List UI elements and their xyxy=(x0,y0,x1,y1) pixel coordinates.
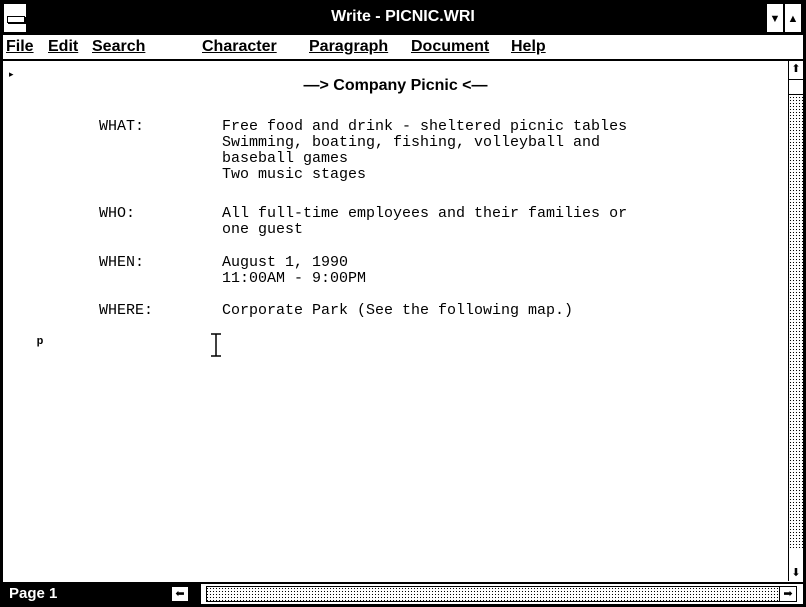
label-what: WHAT: xyxy=(99,118,145,135)
when-line-2: 11:00AM - 9:00PM xyxy=(222,270,367,287)
menu-edit-label: Edit xyxy=(48,38,79,55)
who-line-2: one guest xyxy=(222,221,304,238)
menu-file-label: File xyxy=(6,38,34,55)
status-bar: Page 1 ⬅ ➡ xyxy=(3,582,803,604)
who-line-1: All full-time employees and their famili… xyxy=(222,205,628,222)
maximize-button[interactable]: ▲ xyxy=(784,3,802,33)
vertical-scrollbar[interactable]: ⬆ ⬇ xyxy=(788,61,803,581)
menu-document-label: Document xyxy=(411,38,490,55)
menu-paragraph-label: Paragraph xyxy=(309,38,389,55)
what-line-4: Two music stages xyxy=(222,166,367,183)
window-title: Write - PICNIC.WRI xyxy=(331,8,475,25)
page-number-label: Page 1 xyxy=(9,585,58,602)
scroll-right-arrow-icon[interactable]: ➡ xyxy=(779,586,797,602)
label-when: WHEN: xyxy=(99,254,145,271)
label-where: WHERE: xyxy=(99,302,154,319)
text-cursor-icon xyxy=(211,333,221,357)
scroll-down-arrow-icon[interactable]: ⬇ xyxy=(789,565,803,581)
what-line-1: Free food and drink - sheltered picnic t… xyxy=(222,118,628,135)
document-heading: —> Company Picnic <— xyxy=(303,77,488,94)
scroll-left-arrow-icon[interactable]: ⬅ xyxy=(171,586,189,602)
menu-edit[interactable]: Edit xyxy=(48,38,78,56)
what-line-2: Swimming, boating, fishing, volleyball a… xyxy=(222,134,601,151)
menu-document[interactable]: Document xyxy=(411,38,489,56)
menu-character-label: Character xyxy=(202,38,277,55)
end-of-document-mark: ᵖ xyxy=(37,335,44,352)
menu-help-label: Help xyxy=(511,38,546,55)
what-line-3: baseball games xyxy=(222,150,349,167)
menu-search-label: Search xyxy=(92,38,146,55)
menu-paragraph[interactable]: Paragraph xyxy=(309,38,388,56)
when-line-1: August 1, 1990 xyxy=(222,254,349,271)
where-line-1: Corporate Park (See the following map.) xyxy=(222,302,574,319)
menu-search[interactable]: Search xyxy=(92,38,145,56)
menu-help[interactable]: Help xyxy=(511,38,546,56)
menu-file[interactable]: File xyxy=(6,38,34,56)
title-bar[interactable]: Write - PICNIC.WRI ▼ ▲ xyxy=(3,3,803,35)
document-area[interactable]: ▸ —> Company Picnic <— WHAT: Free food a… xyxy=(3,61,788,581)
horizontal-scroll-thumb[interactable] xyxy=(203,586,207,602)
label-who: WHO: xyxy=(99,205,136,222)
horizontal-scroll-track[interactable] xyxy=(203,586,779,602)
menu-bar: File Edit Search Character Paragraph Doc… xyxy=(3,35,803,61)
minimize-button[interactable]: ▼ xyxy=(766,3,784,33)
menu-character[interactable]: Character xyxy=(202,38,277,56)
vertical-scroll-track[interactable] xyxy=(789,93,803,548)
scroll-up-arrow-icon[interactable]: ⬆ xyxy=(789,61,803,77)
